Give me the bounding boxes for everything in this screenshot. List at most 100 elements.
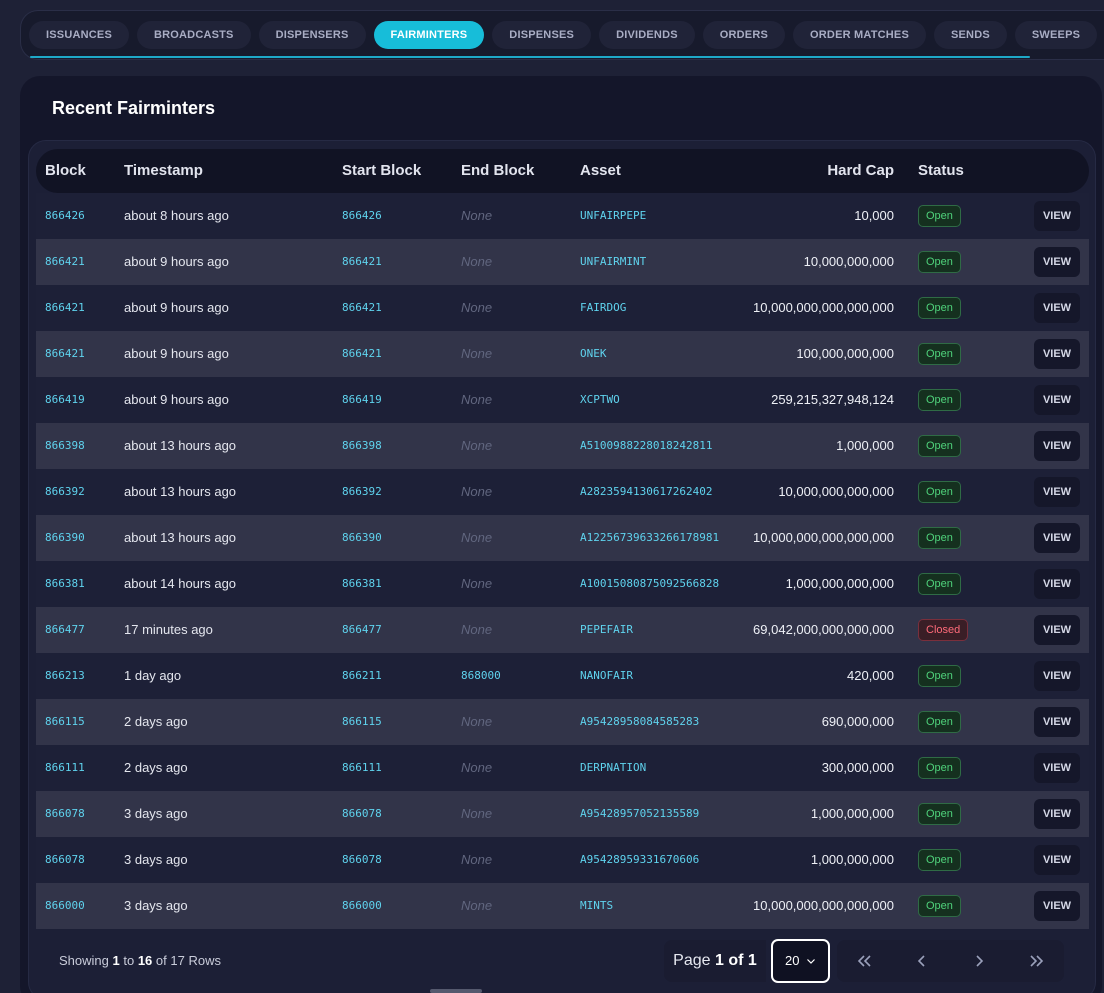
cell-asset[interactable]: A95428959331670606: [580, 837, 699, 883]
view-button[interactable]: VIEW: [1034, 293, 1080, 323]
cell-start-block[interactable]: 866477: [342, 607, 382, 653]
cell-hard-cap: 1,000,000,000,000: [785, 576, 894, 591]
cell-block[interactable]: 866419: [45, 377, 85, 423]
table-row: 866213 1 day ago 866211 868000 NANOFAIR 420,0…: [36, 653, 1089, 699]
cell-asset[interactable]: A95428958084585283: [580, 699, 699, 745]
next-page-button[interactable]: [951, 940, 1008, 982]
view-button[interactable]: VIEW: [1034, 339, 1080, 369]
cell-block[interactable]: 866078: [45, 837, 85, 883]
cell-block[interactable]: 866381: [45, 561, 85, 607]
status-badge: Open: [918, 849, 961, 871]
cell-asset[interactable]: A95428957052135589: [580, 791, 699, 837]
page-size-value: 20: [785, 953, 800, 968]
cell-block[interactable]: 866398: [45, 423, 85, 469]
cell-timestamp: about 13 hours ago: [124, 530, 237, 545]
cell-block[interactable]: 866390: [45, 515, 85, 561]
tab-issuances[interactable]: ISSUANCES: [29, 21, 129, 49]
view-button[interactable]: VIEW: [1034, 431, 1080, 461]
cell-block[interactable]: 866421: [45, 331, 85, 377]
cell-start-block[interactable]: 866111: [342, 745, 382, 791]
cell-asset[interactable]: FAIRDOG: [580, 285, 626, 331]
view-button[interactable]: VIEW: [1034, 753, 1080, 783]
view-button[interactable]: VIEW: [1034, 247, 1080, 277]
cell-timestamp: about 9 hours ago: [124, 300, 229, 315]
cell-hard-cap: 10,000,000,000,000: [778, 484, 894, 499]
status-badge: Open: [918, 343, 961, 365]
cell-end-block: None: [461, 852, 493, 867]
view-button[interactable]: VIEW: [1034, 385, 1080, 415]
table-body: 866426 about 8 hours ago 866426 None UNFAIRP…: [36, 193, 1089, 929]
tab-orders[interactable]: ORDERS: [702, 21, 786, 49]
cell-end-block: None: [461, 898, 493, 913]
cell-block[interactable]: 866115: [45, 699, 85, 745]
cell-block[interactable]: 866078: [45, 791, 85, 837]
cell-end-block: None: [461, 254, 493, 269]
tab-dividends[interactable]: DIVIDENDS: [599, 21, 695, 49]
page-scrollbar[interactable]: [430, 989, 482, 993]
cell-asset[interactable]: MINTS: [580, 883, 613, 929]
cell-block[interactable]: 866000: [45, 883, 85, 929]
cell-start-block[interactable]: 866211: [342, 653, 382, 699]
tab-fairminters[interactable]: FAIRMINTERS: [373, 21, 485, 49]
cell-start-block[interactable]: 866421: [342, 285, 382, 331]
cell-block[interactable]: 866213: [45, 653, 85, 699]
cell-start-block[interactable]: 866078: [342, 837, 382, 883]
cell-block[interactable]: 866421: [45, 239, 85, 285]
cell-start-block[interactable]: 866115: [342, 699, 382, 745]
status-badge: Open: [918, 895, 961, 917]
cell-start-block[interactable]: 866421: [342, 239, 382, 285]
cell-start-block[interactable]: 866421: [342, 331, 382, 377]
cell-timestamp: about 9 hours ago: [124, 254, 229, 269]
cell-start-block[interactable]: 866381: [342, 561, 382, 607]
cell-start-block[interactable]: 866398: [342, 423, 382, 469]
cell-block[interactable]: 866426: [45, 193, 85, 239]
cell-asset[interactable]: DERPNATION: [580, 745, 646, 791]
tab-sweeps[interactable]: SWEEPS: [1014, 21, 1098, 49]
view-button[interactable]: VIEW: [1034, 799, 1080, 829]
cell-asset[interactable]: ONEK: [580, 331, 607, 377]
cell-block[interactable]: 866392: [45, 469, 85, 515]
last-page-button[interactable]: [1007, 940, 1064, 982]
view-button[interactable]: VIEW: [1034, 661, 1080, 691]
tab-dispenses[interactable]: DISPENSES: [492, 21, 592, 49]
cell-start-block[interactable]: 866000: [342, 883, 382, 929]
cell-hard-cap: 690,000,000: [821, 714, 894, 729]
cell-timestamp: about 8 hours ago: [124, 208, 229, 223]
view-button[interactable]: VIEW: [1034, 201, 1080, 231]
tab-dispensers[interactable]: DISPENSERS: [258, 21, 366, 49]
cell-start-block[interactable]: 866419: [342, 377, 382, 423]
view-button[interactable]: VIEW: [1034, 891, 1080, 921]
table-row: 866078 3 days ago 866078 None A9542895705213…: [36, 791, 1089, 837]
cell-start-block[interactable]: 866392: [342, 469, 382, 515]
first-page-button[interactable]: [837, 940, 894, 982]
cell-asset[interactable]: PEPEFAIR: [580, 607, 633, 653]
cell-asset[interactable]: A5100988228018242811: [580, 423, 712, 469]
view-button[interactable]: VIEW: [1034, 845, 1080, 875]
cell-block[interactable]: 866111: [45, 745, 85, 791]
view-button[interactable]: VIEW: [1034, 569, 1080, 599]
cell-asset[interactable]: A2823594130617262402: [580, 469, 712, 515]
view-button[interactable]: VIEW: [1034, 615, 1080, 645]
cell-asset[interactable]: XCPTWO: [580, 377, 620, 423]
cell-block[interactable]: 866421: [45, 285, 85, 331]
tab-order-matches[interactable]: ORDER MATCHES: [793, 21, 926, 49]
cell-start-block[interactable]: 866078: [342, 791, 382, 837]
column-header-block: Block: [45, 162, 86, 179]
cell-start-block[interactable]: 866426: [342, 193, 382, 239]
tab-broadcasts[interactable]: BROADCASTS: [136, 21, 251, 49]
chevron-right-icon: [976, 955, 984, 967]
cell-block[interactable]: 866477: [45, 607, 85, 653]
cell-asset[interactable]: NANOFAIR: [580, 653, 633, 699]
tab-sends[interactable]: SENDS: [933, 21, 1007, 49]
cell-start-block[interactable]: 866390: [342, 515, 382, 561]
page-size-select[interactable]: 20: [771, 939, 830, 983]
page-indicator: Page 1 of 1: [664, 940, 766, 982]
table-row: 866381 about 14 hours ago 866381 None A10015…: [36, 561, 1089, 607]
view-button[interactable]: VIEW: [1034, 707, 1080, 737]
view-button[interactable]: VIEW: [1034, 523, 1080, 553]
view-button[interactable]: VIEW: [1034, 477, 1080, 507]
cell-asset[interactable]: UNFAIRPEPE: [580, 193, 646, 239]
previous-page-button[interactable]: [894, 940, 951, 982]
cell-end-block[interactable]: 868000: [461, 653, 501, 699]
cell-asset[interactable]: UNFAIRMINT: [580, 239, 646, 285]
